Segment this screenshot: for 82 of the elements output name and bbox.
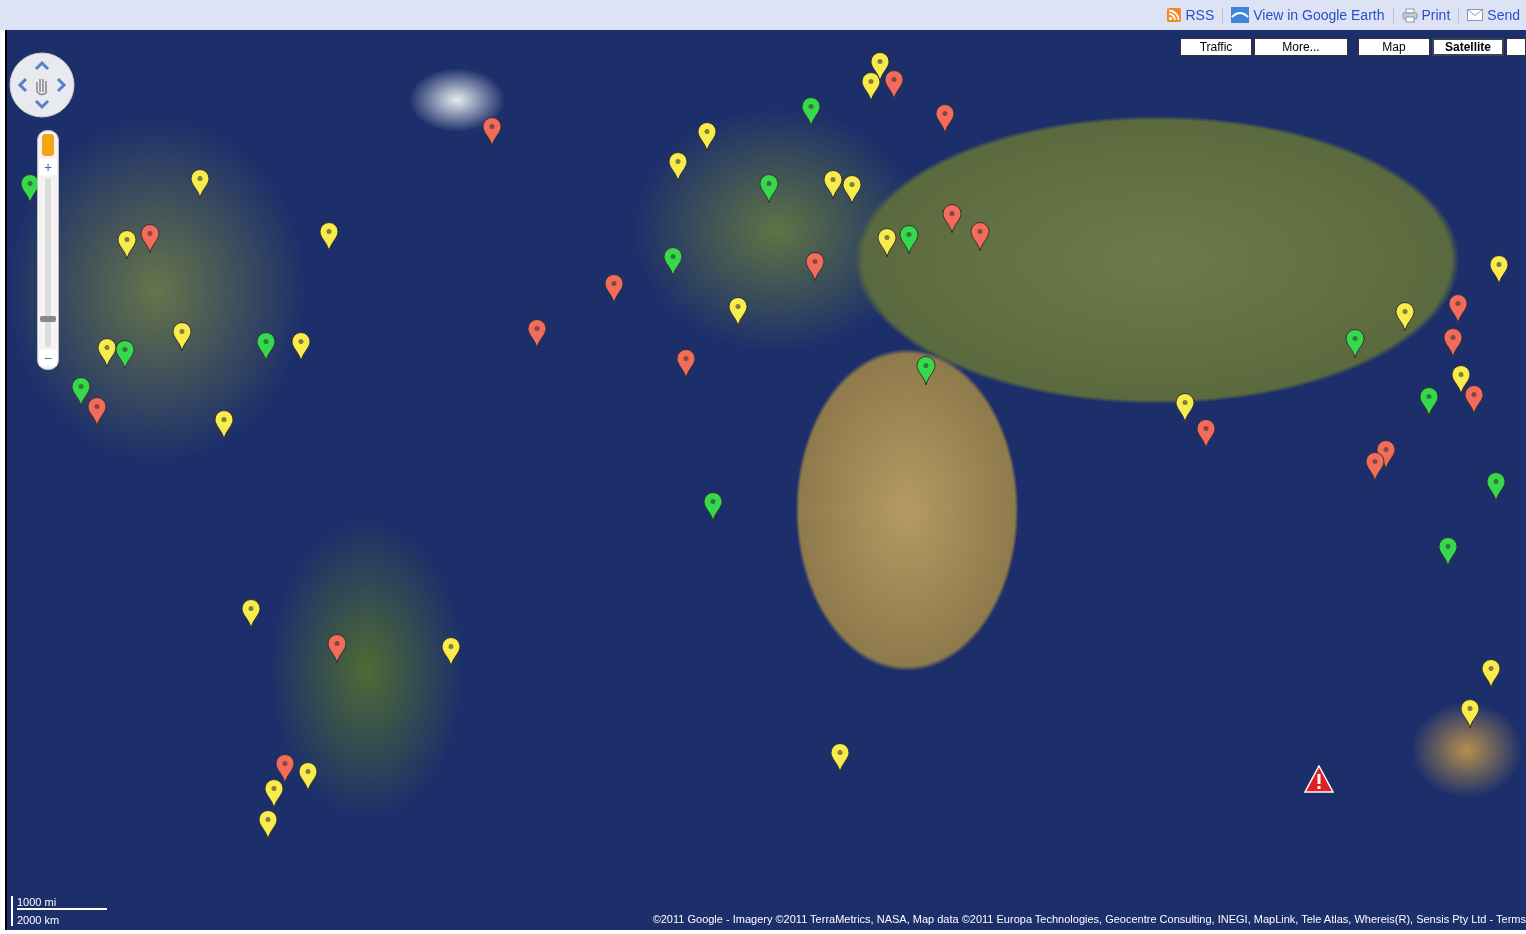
marker-pin-icon[interactable] xyxy=(970,222,990,252)
marker-pin-icon[interactable] xyxy=(1460,699,1480,729)
marker-pin-icon[interactable] xyxy=(1175,393,1195,423)
marker-pin-icon[interactable] xyxy=(935,104,955,134)
marker-pin-icon[interactable] xyxy=(1486,472,1506,502)
marker-pin-icon[interactable] xyxy=(87,397,107,427)
toolbar-link[interactable]: View in Google Earth xyxy=(1231,7,1385,23)
marker-pin-icon[interactable] xyxy=(916,356,936,386)
marker-pin-icon[interactable] xyxy=(1489,255,1509,285)
marker-pin-icon[interactable] xyxy=(668,152,688,182)
marker-pin-icon[interactable] xyxy=(830,743,850,773)
marker-pin-icon[interactable] xyxy=(327,634,347,664)
marker-pin-icon[interactable] xyxy=(870,52,890,82)
marker-pin-icon[interactable] xyxy=(256,332,276,362)
toolbar-link[interactable]: Print xyxy=(1401,7,1451,23)
toolbar-link[interactable]: Send xyxy=(1467,7,1520,23)
marker-pin-icon[interactable] xyxy=(1448,294,1468,324)
marker-pin-icon[interactable] xyxy=(823,170,843,200)
marker-pin-icon[interactable] xyxy=(214,410,234,440)
marker-pin-icon[interactable] xyxy=(71,377,91,407)
satellite-map-image[interactable] xyxy=(7,30,1526,930)
marker-pin-icon[interactable] xyxy=(298,762,318,792)
marker-pin-icon[interactable] xyxy=(877,228,897,258)
marker-pin-icon[interactable] xyxy=(703,492,723,522)
marker-pin-icon[interactable] xyxy=(291,332,311,362)
marker-pin-icon[interactable] xyxy=(1451,365,1471,395)
marker-pin-icon[interactable] xyxy=(241,599,261,629)
marker-pin-icon[interactable] xyxy=(441,637,461,667)
marker-pin-icon[interactable] xyxy=(1443,328,1463,358)
map-type-button[interactable]: Traffic xyxy=(1180,38,1252,56)
marker-pin-icon[interactable] xyxy=(899,225,919,255)
marker-pin-icon[interactable] xyxy=(258,810,278,840)
marker-pin-icon[interactable] xyxy=(1376,440,1396,470)
pan-control[interactable] xyxy=(9,52,75,118)
marker-pin-icon[interactable] xyxy=(97,338,117,368)
marker-pin-icon[interactable] xyxy=(172,322,192,352)
marker-pin-icon[interactable] xyxy=(801,97,821,127)
marker-pin-icon[interactable] xyxy=(140,224,160,254)
marker-pin-icon[interactable] xyxy=(275,754,295,784)
zoom-out-button[interactable]: − xyxy=(39,350,57,366)
marker-pin-icon[interactable] xyxy=(115,340,135,370)
map-type-button[interactable]: More... xyxy=(1254,38,1348,56)
rss-icon xyxy=(1167,8,1182,22)
map-type-button[interactable] xyxy=(1506,38,1526,56)
marker-pin-icon[interactable] xyxy=(1481,659,1501,689)
slider-thumb[interactable] xyxy=(40,315,56,322)
marker-pin-icon[interactable] xyxy=(264,779,284,809)
marker-pin-icon[interactable] xyxy=(1395,302,1415,332)
marker-pin-icon[interactable] xyxy=(1365,452,1385,482)
scale-bar: 1000 mi 2000 km xyxy=(11,896,129,926)
marker-pin-icon[interactable] xyxy=(20,174,40,204)
copyright-text: ©2011 Google - Imagery ©2011 TerraMetrics, NASA, Map data ©2011 Europa Technologies, Geocentre Consulting, INEGI, MapLink, Tele Atlas, Whereis(R), Sensis Pty Ltd - Terms xyxy=(652,913,1526,925)
printer-icon xyxy=(1401,7,1418,23)
marker-pin-icon[interactable] xyxy=(1419,387,1439,417)
marker-pin-icon[interactable] xyxy=(842,175,862,205)
marker-pin-icon[interactable] xyxy=(805,252,825,282)
marker-pin-icon[interactable] xyxy=(1464,385,1484,415)
envelope-icon xyxy=(1467,9,1484,21)
map-type-button[interactable]: Map xyxy=(1358,38,1430,56)
marker-pin-icon[interactable] xyxy=(190,169,210,199)
marker-pin-icon[interactable] xyxy=(604,274,624,304)
marker-pin-icon[interactable] xyxy=(1438,537,1458,567)
zoom-in-button[interactable]: + xyxy=(39,159,57,175)
marker-pin-icon[interactable] xyxy=(942,204,962,234)
marker-pin-icon[interactable] xyxy=(1345,329,1365,359)
zoom-slider[interactable] xyxy=(40,178,56,347)
marker-pin-icon[interactable] xyxy=(663,247,683,277)
marker-pin-icon[interactable] xyxy=(1196,419,1216,449)
marker-pin-icon[interactable] xyxy=(884,70,904,100)
marker-pin-icon[interactable] xyxy=(759,174,779,204)
marker-pin-icon[interactable] xyxy=(319,222,339,252)
marker-pin-icon[interactable] xyxy=(861,72,881,102)
warning-icon[interactable] xyxy=(1304,765,1334,793)
marker-pin-icon[interactable] xyxy=(117,230,137,260)
toolbar-link[interactable]: RSS xyxy=(1167,7,1215,23)
globe-icon xyxy=(1231,7,1250,23)
marker-pin-icon[interactable] xyxy=(527,319,547,349)
marker-pin-icon[interactable] xyxy=(482,117,502,147)
marker-pin-icon[interactable] xyxy=(676,349,696,379)
map-type-button[interactable]: Satellite xyxy=(1432,38,1504,56)
marker-pin-icon[interactable] xyxy=(697,122,717,152)
marker-pin-icon[interactable] xyxy=(728,297,748,327)
